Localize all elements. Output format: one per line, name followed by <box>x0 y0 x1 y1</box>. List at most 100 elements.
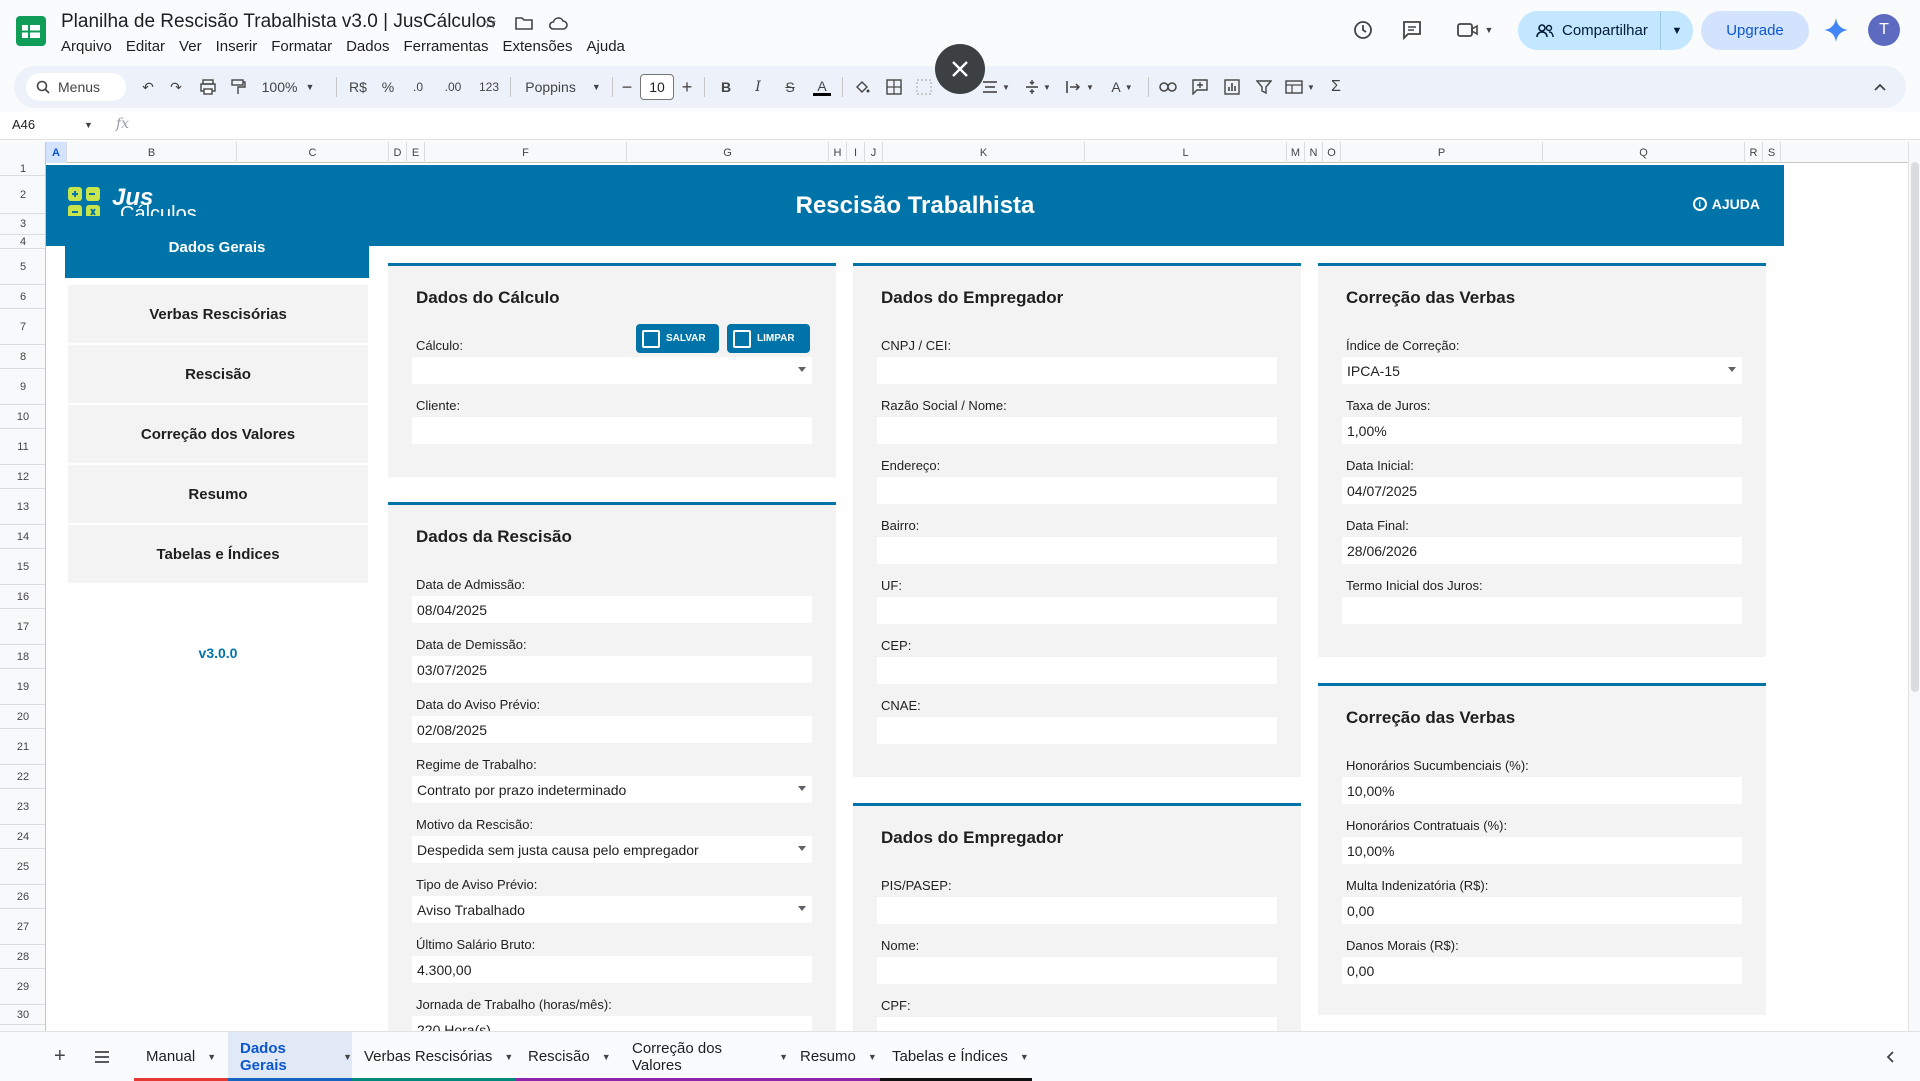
row-header[interactable]: 27 <box>0 909 45 945</box>
row-header[interactable]: 29 <box>0 969 45 1005</box>
menu-arquivo[interactable]: Arquivo <box>54 36 119 57</box>
undo-icon[interactable]: ↶ <box>136 66 160 108</box>
input-field[interactable] <box>877 477 1277 504</box>
row-header[interactable]: 2 <box>0 176 45 214</box>
currency-format[interactable]: R$ <box>344 66 372 108</box>
font-select[interactable]: Poppins ▼ <box>518 66 608 108</box>
nav-dados-gerais[interactable]: Dados Gerais <box>65 216 369 278</box>
column-header[interactable]: O <box>1323 142 1341 163</box>
tab-menu-icon[interactable]: ▼ <box>602 1052 611 1062</box>
document-title[interactable]: Planilha de Rescisão Trabalhista v3.0 | … <box>61 11 496 33</box>
name-box[interactable]: A46 <box>12 117 35 132</box>
column-header[interactable]: J <box>865 142 883 163</box>
input-field[interactable]: 03/07/2025 <box>412 656 812 683</box>
menu-ajuda[interactable]: Ajuda <box>580 36 632 57</box>
input-field[interactable]: 220 Hora(s) <box>412 1016 812 1031</box>
input-field[interactable] <box>877 717 1277 744</box>
tab-menu-icon[interactable]: ▼ <box>779 1052 788 1062</box>
number-format[interactable]: 123 <box>474 66 504 108</box>
tab-menu-icon[interactable]: ▼ <box>868 1052 877 1062</box>
version-history-icon[interactable] <box>1349 16 1377 44</box>
close-overlay-button[interactable] <box>935 44 985 94</box>
borders-icon[interactable] <box>882 66 906 108</box>
sheet-tab[interactable]: Tabelas e Índices ▼ <box>880 1032 1032 1081</box>
select-all-corner[interactable] <box>0 142 46 163</box>
column-header[interactable]: I <box>847 142 865 163</box>
text-color-icon[interactable]: A <box>810 66 834 108</box>
comments-icon[interactable] <box>1398 16 1426 44</box>
row-header[interactable]: 9 <box>0 369 45 405</box>
input-field[interactable]: 10,00% <box>1342 837 1742 864</box>
row-header[interactable]: 4 <box>0 235 45 249</box>
select-field[interactable]: Aviso Trabalhado <box>412 896 812 923</box>
merge-cells-icon[interactable] <box>912 66 936 108</box>
column-header[interactable]: K <box>883 142 1085 163</box>
tab-menu-icon[interactable]: ▼ <box>1020 1052 1029 1062</box>
column-header[interactable]: Q <box>1543 142 1745 163</box>
tab-menu-icon[interactable]: ▼ <box>207 1052 216 1062</box>
meet-icon[interactable]: ▼ <box>1452 16 1498 44</box>
sheet-tab[interactable]: Dados Gerais ▼ <box>228 1032 352 1081</box>
sheet-tab[interactable]: Resumo ▼ <box>788 1032 880 1081</box>
vertical-scrollbar[interactable] <box>1908 142 1920 1031</box>
column-header[interactable]: R <box>1745 142 1763 163</box>
input-field[interactable] <box>877 657 1277 684</box>
row-header[interactable]: 1 <box>0 163 45 176</box>
scroll-tabs-left-icon[interactable] <box>1880 1032 1908 1081</box>
select-field[interactable]: Contrato por prazo indeterminado <box>412 776 812 803</box>
input-field[interactable] <box>877 957 1277 984</box>
add-sheet-icon[interactable]: + <box>48 1032 76 1081</box>
row-header[interactable]: 20 <box>0 705 45 729</box>
nav-resumo[interactable]: Resumo <box>68 465 368 523</box>
input-field[interactable]: 28/06/2026 <box>1342 537 1742 564</box>
select-field[interactable]: Despedida sem justa causa pelo empregado… <box>412 836 812 863</box>
column-header[interactable]: H <box>829 142 847 163</box>
menu-formatar[interactable]: Formatar <box>264 36 339 57</box>
row-header[interactable]: 14 <box>0 525 45 549</box>
column-header[interactable]: L <box>1085 142 1287 163</box>
column-header[interactable]: P <box>1341 142 1543 163</box>
vertical-align-icon[interactable]: ▼ <box>1020 66 1056 108</box>
table-views-icon[interactable]: ▼ <box>1280 66 1320 108</box>
menu-dados[interactable]: Dados <box>339 36 396 57</box>
column-header[interactable]: B <box>67 142 237 163</box>
row-header[interactable]: 8 <box>0 345 45 369</box>
row-header[interactable]: 26 <box>0 885 45 909</box>
input-field[interactable] <box>877 897 1277 924</box>
input-field[interactable]: 0,00 <box>1342 957 1742 984</box>
column-header[interactable]: S <box>1763 142 1781 163</box>
input-field[interactable] <box>877 357 1277 384</box>
increase-font-size[interactable]: + <box>678 66 696 108</box>
row-header[interactable]: 25 <box>0 849 45 885</box>
column-header[interactable]: G <box>627 142 829 163</box>
sheet-tab[interactable]: Manual ▼ <box>134 1032 228 1081</box>
menu-inserir[interactable]: Inserir <box>209 36 265 57</box>
sheet-tab[interactable]: Rescisão ▼ <box>516 1032 620 1081</box>
row-header[interactable]: 17 <box>0 609 45 645</box>
share-dropdown-icon[interactable]: ▼ <box>1661 11 1693 50</box>
text-wrap-icon[interactable]: ▼ <box>1062 66 1098 108</box>
sheet-tab[interactable]: Verbas Rescisórias ▼ <box>352 1032 516 1081</box>
row-header[interactable]: 19 <box>0 669 45 705</box>
zoom-select[interactable]: 100% ▼ <box>258 66 318 108</box>
functions-icon[interactable]: Σ <box>1324 66 1348 108</box>
insert-comment-icon[interactable] <box>1188 66 1212 108</box>
name-box-dropdown-icon[interactable]: ▼ <box>84 120 93 130</box>
input-field[interactable] <box>877 597 1277 624</box>
column-header[interactable]: F <box>425 142 627 163</box>
clear-button[interactable]: LIMPAR <box>727 324 810 353</box>
row-header[interactable]: 10 <box>0 405 45 429</box>
row-header[interactable]: 7 <box>0 309 45 345</box>
row-header[interactable]: 22 <box>0 765 45 789</box>
column-header[interactable]: C <box>237 142 389 163</box>
fill-color-icon[interactable] <box>850 66 874 108</box>
row-header[interactable]: 6 <box>0 285 45 309</box>
input-field[interactable] <box>1342 597 1742 624</box>
row-header[interactable]: 28 <box>0 945 45 969</box>
save-button[interactable]: SALVAR <box>636 324 719 353</box>
input-field[interactable]: 08/04/2025 <box>412 596 812 623</box>
nav-correcao-dos-valores[interactable]: Correção dos Valores <box>68 405 368 463</box>
menu-extensoes[interactable]: Extensões <box>495 36 579 57</box>
input-field[interactable]: 10,00% <box>1342 777 1742 804</box>
collapse-toolbar-icon[interactable] <box>1868 66 1892 108</box>
